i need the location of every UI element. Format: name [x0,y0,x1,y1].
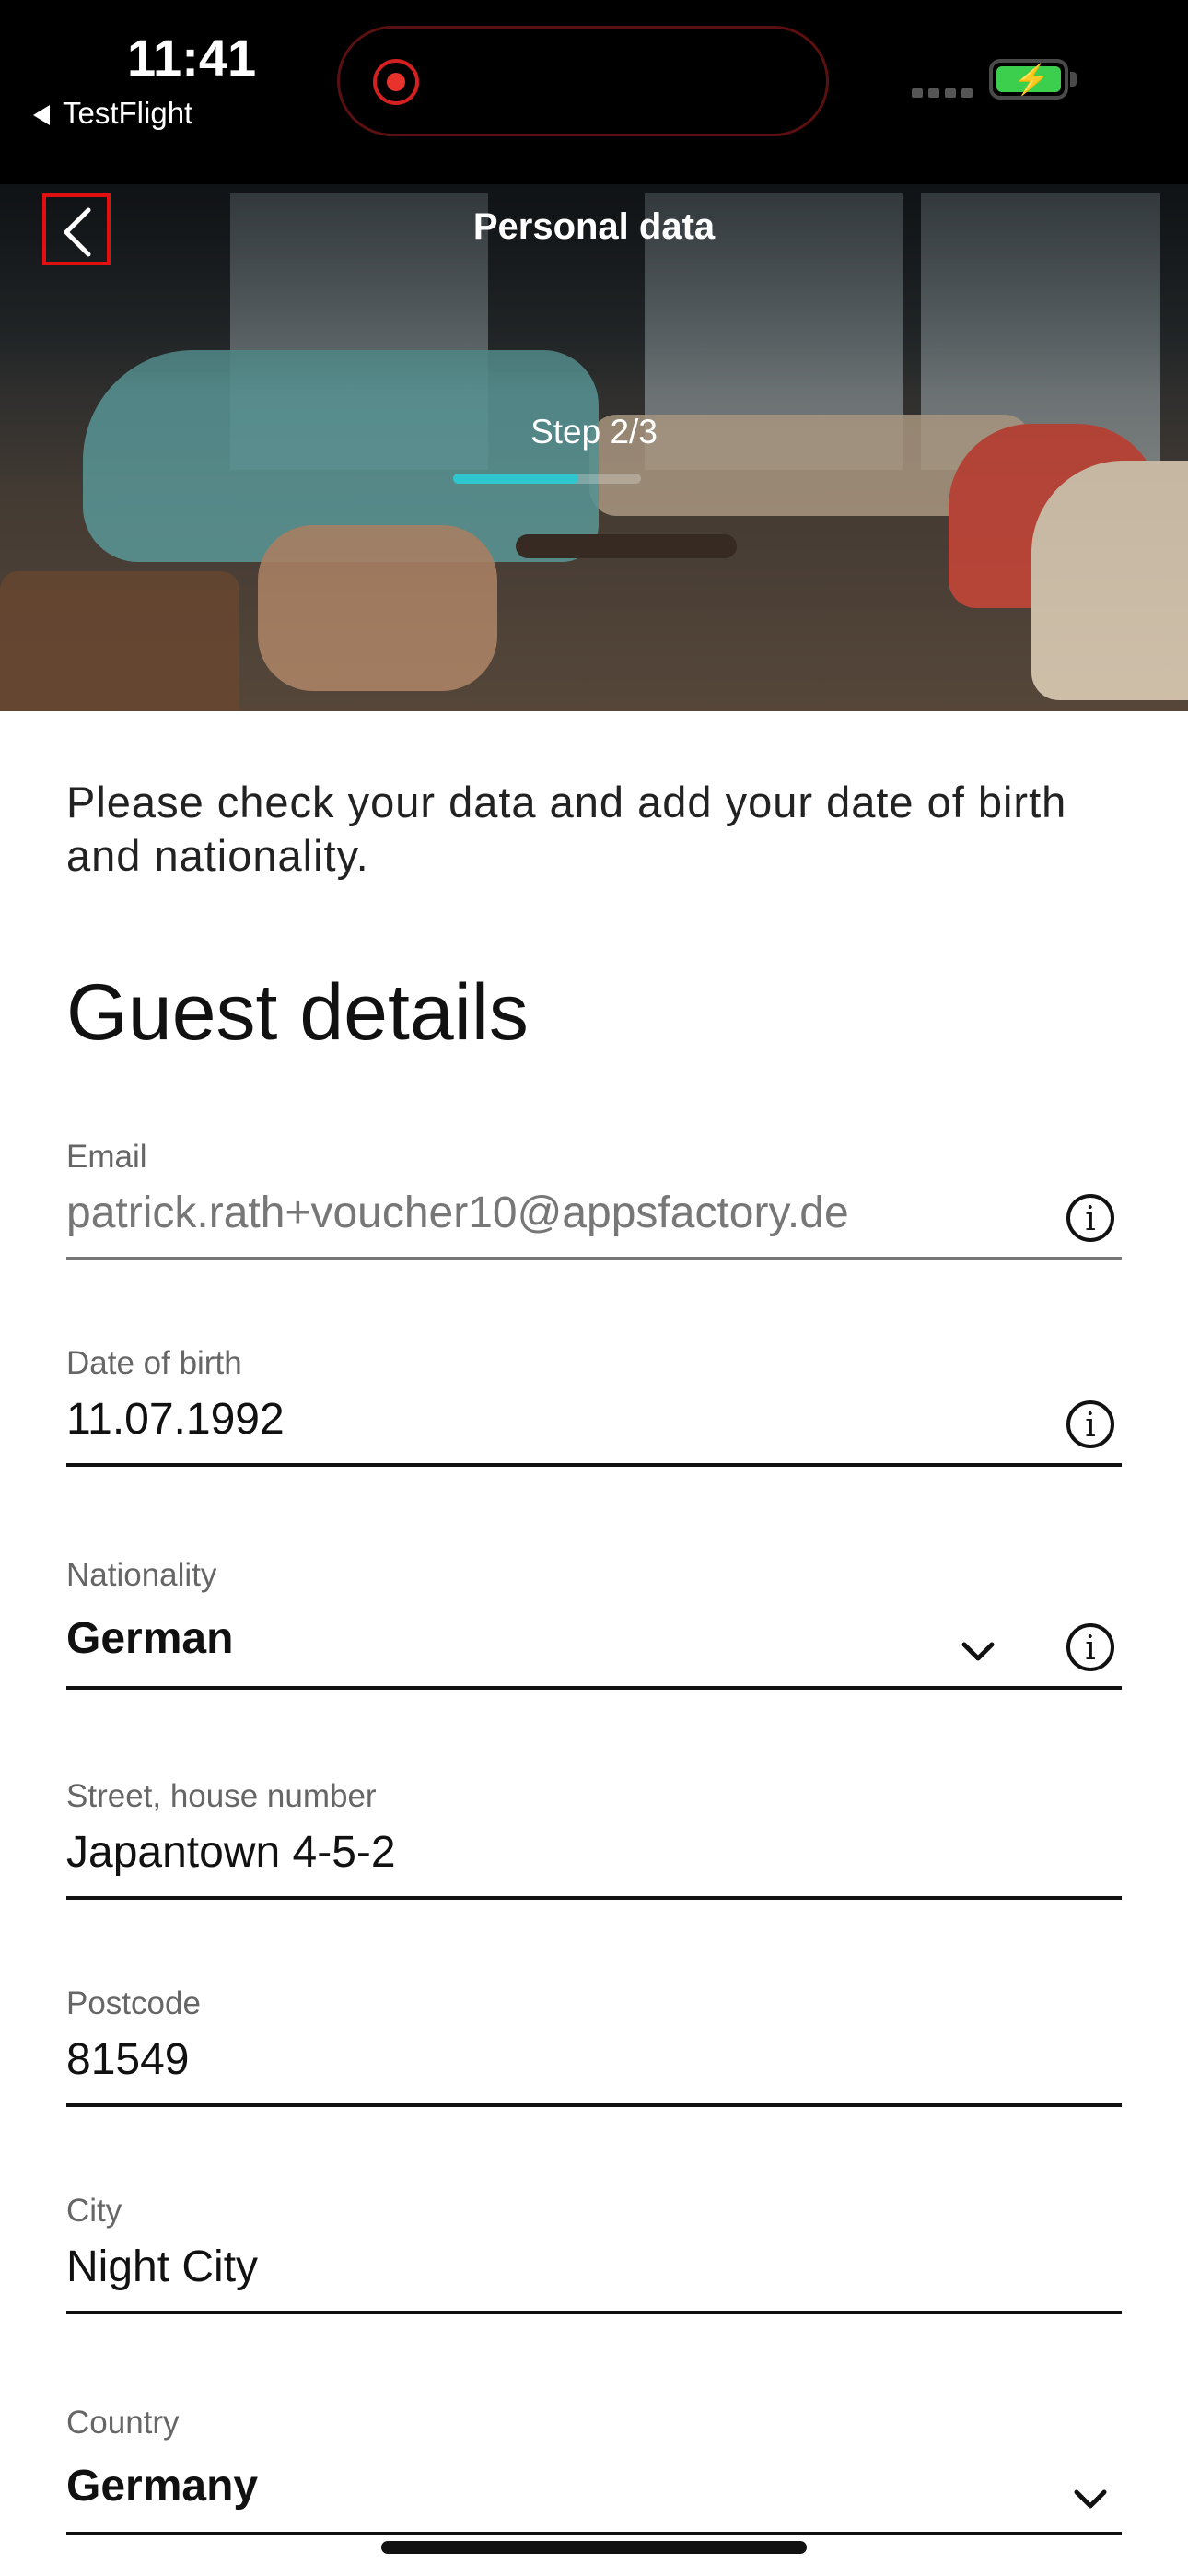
street-value: Japantown 4-5-2 [66,1828,396,1877]
email-value: patrick.rath+voucher10@appsfactory.de [66,1188,849,1237]
postcode-label: Postcode [66,1985,201,2021]
back-app-label: TestFlight [63,96,193,130]
date-of-birth-label: Date of birth [66,1345,242,1381]
chevron-down-icon[interactable] [1072,2488,1109,2512]
email-label: Email [66,1139,147,1175]
country-select[interactable]: Country Germany [66,2405,1122,2539]
page-title: Personal data [472,206,716,247]
section-title: Guest details [66,968,529,1057]
date-of-birth-value: 11.07.1992 [66,1395,285,1444]
dynamic-island [337,26,829,136]
city-value: Night City [66,2242,259,2291]
nationality-select[interactable]: Nationality German [66,1557,1122,1692]
back-triangle-icon [33,105,50,126]
date-of-birth-info-icon[interactable] [1066,1400,1114,1448]
city-label: City [66,2193,122,2229]
back-to-app-link[interactable]: TestFlight [33,96,192,131]
postcode-value: 81549 [66,2035,190,2084]
email-field[interactable]: Email patrick.rath+voucher10@appsfactory… [66,1139,1122,1264]
step-progress-bar [453,474,641,484]
status-bar: 11:41 TestFlight ⚡ [0,0,1188,184]
step-indicator: Step 2/3 [530,413,658,451]
nationality-info-icon[interactable] [1066,1623,1114,1671]
country-value: Germany [66,2462,259,2511]
status-time: 11:41 [127,29,257,87]
chevron-down-icon[interactable] [960,1640,996,1664]
street-label: Street, house number [66,1778,377,1814]
intro-text: Please check your data and add your date… [66,778,1067,880]
screen-recording-icon [373,59,419,105]
nationality-label: Nationality [66,1557,217,1593]
date-of-birth-field[interactable]: Date of birth 11.07.1992 [66,1345,1122,1470]
street-field[interactable]: Street, house number Japantown 4-5-2 [66,1778,1122,1903]
battery-icon: ⚡ [989,59,1068,100]
country-label: Country [66,2405,180,2441]
signal-icon [912,86,978,102]
email-info-icon[interactable] [1066,1194,1114,1242]
home-indicator[interactable] [381,2541,807,2554]
city-field[interactable]: City Night City [66,2193,1122,2318]
postcode-field[interactable]: Postcode 81549 [66,1985,1122,2111]
